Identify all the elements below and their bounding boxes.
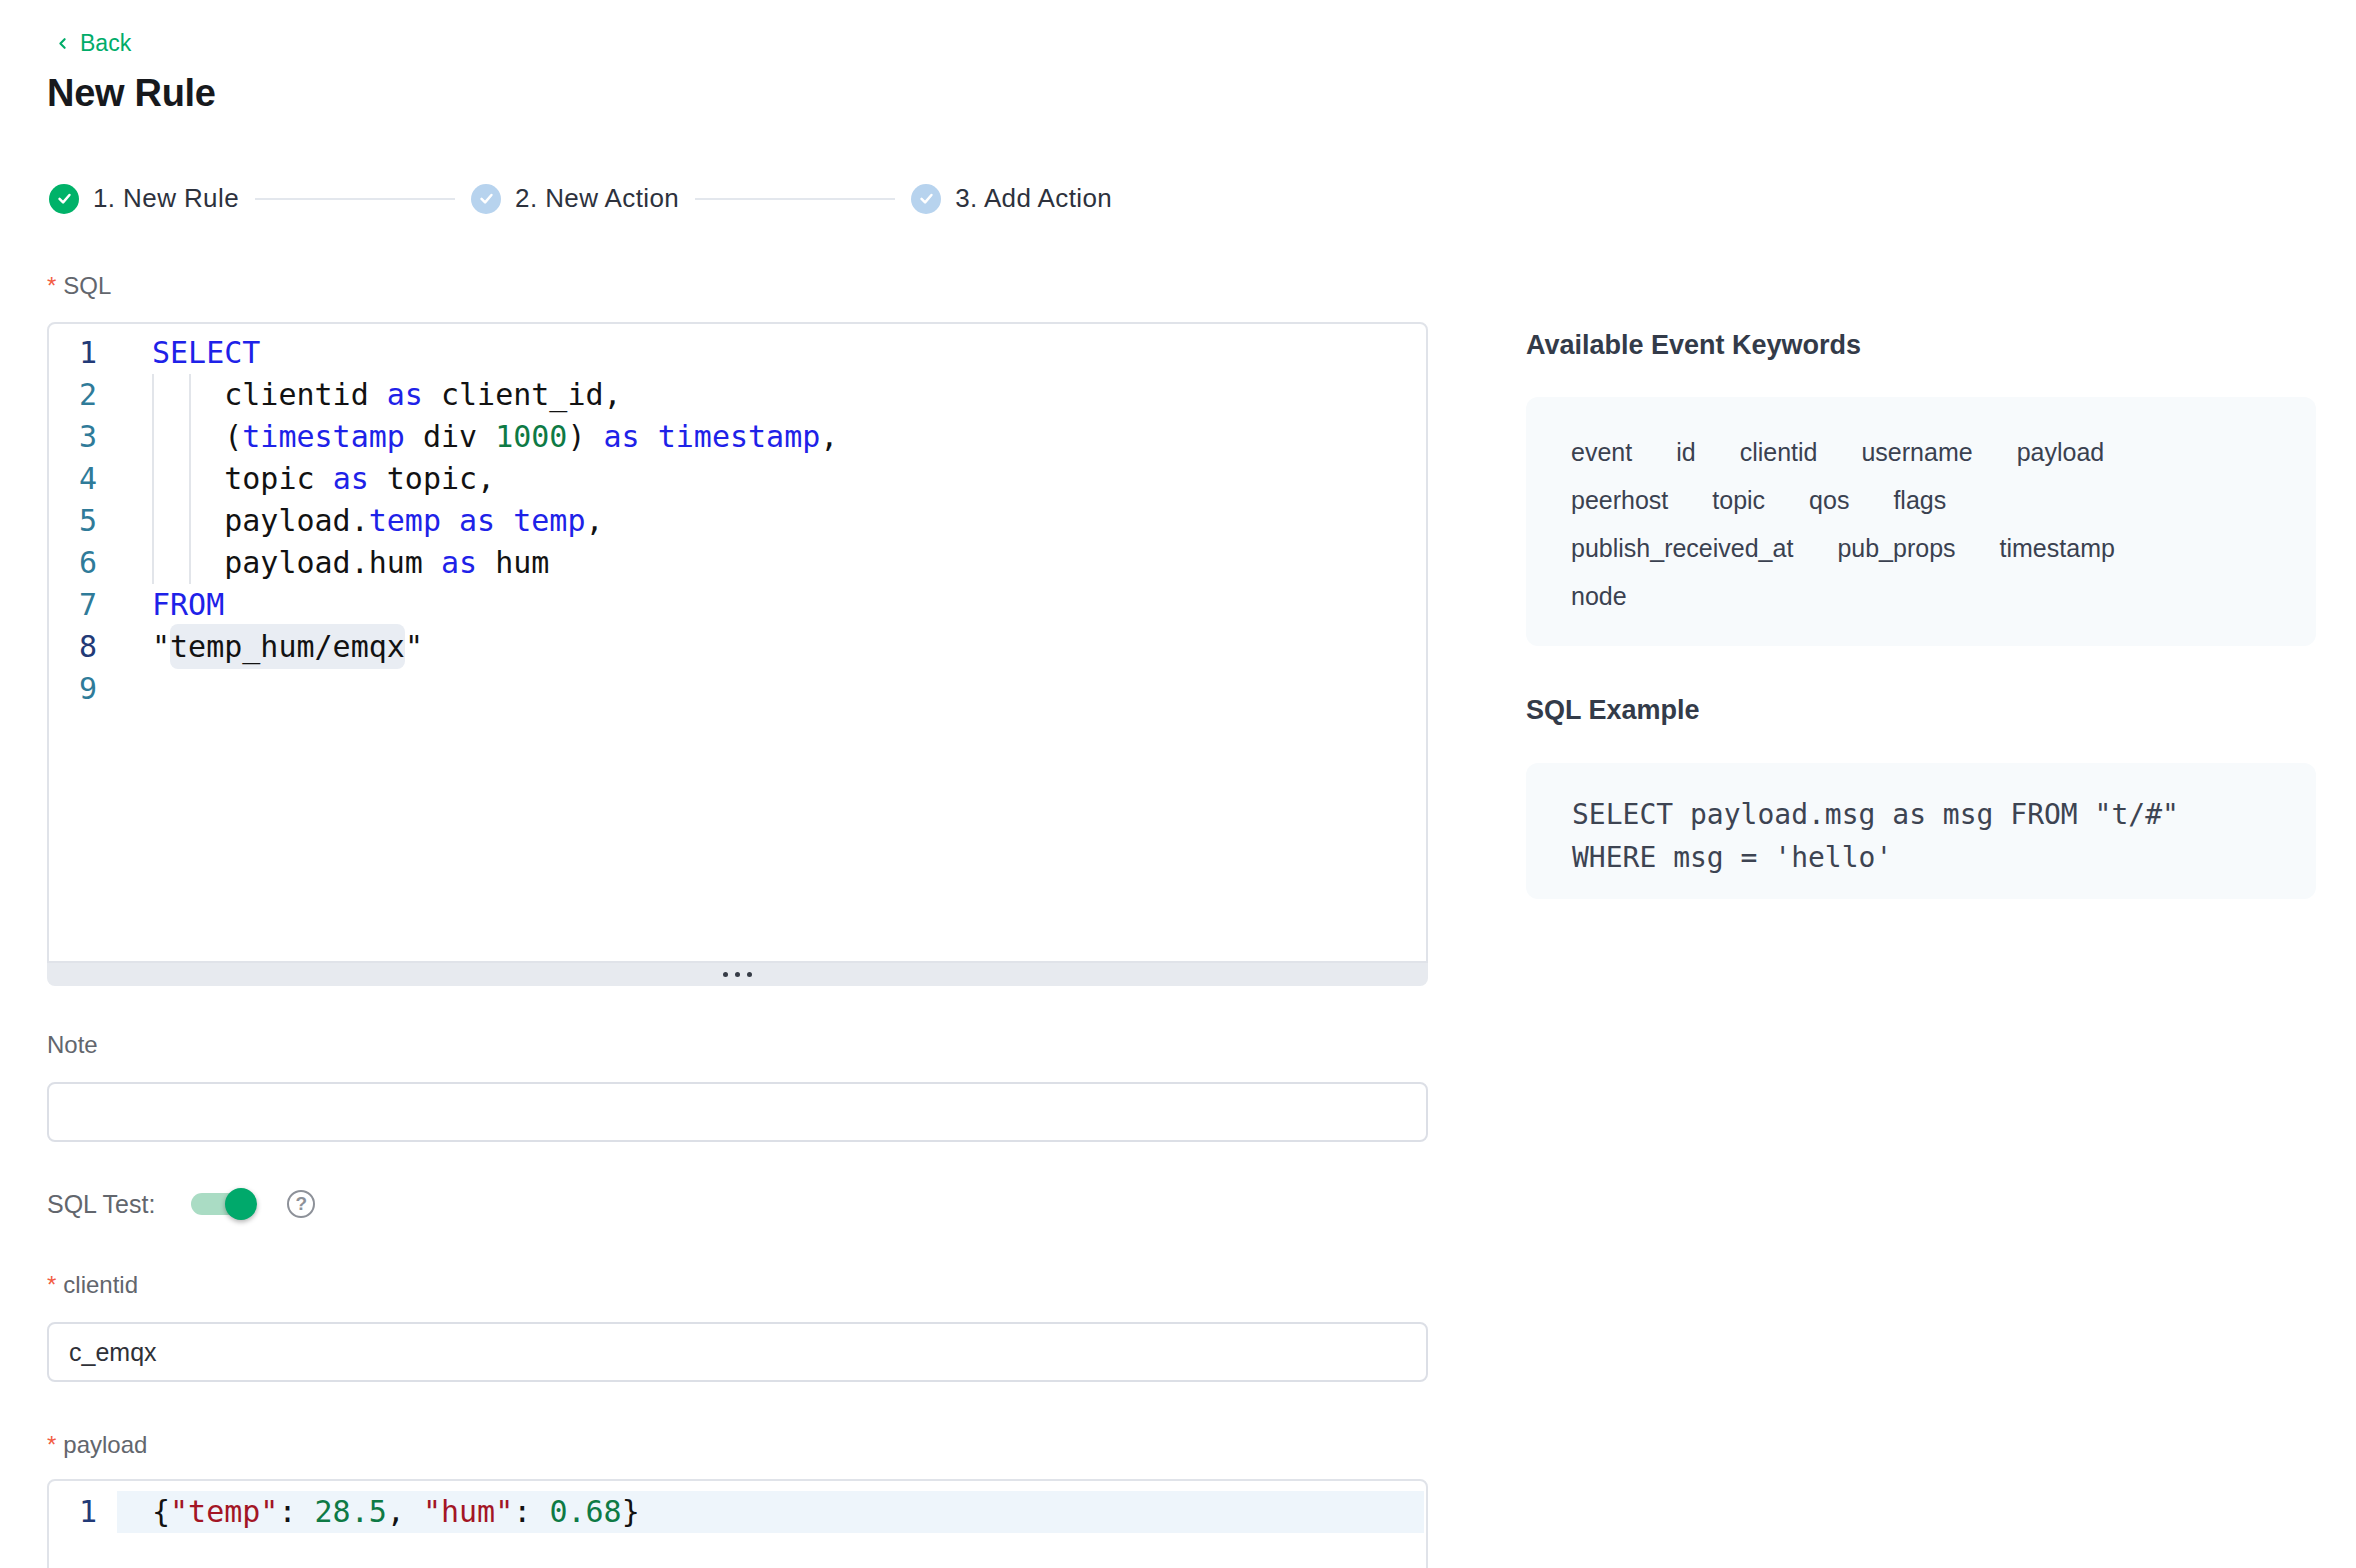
step-check-icon — [471, 184, 501, 214]
line-number: 5 — [49, 500, 117, 542]
payload-code-editor[interactable]: 1{"temp": 28.5, "hum": 0.68} — [47, 1479, 1428, 1568]
event-keyword-item[interactable]: pub_props — [1837, 533, 1955, 564]
event-keyword-item[interactable]: id — [1676, 437, 1695, 468]
clientid-field-label: * clientid — [47, 1271, 138, 1299]
keywords-panel: event id clientid username payload peerhost to… — [1526, 397, 2316, 646]
code-line[interactable]: 4 topic as topic, — [49, 458, 1426, 500]
step-label: 1. New Rule — [93, 183, 239, 214]
code-line[interactable]: 8"temp_hum/emqx" — [49, 626, 1426, 668]
chevron-left-icon — [54, 35, 71, 52]
code-line[interactable]: 1SELECT — [49, 332, 1426, 374]
code-text: payload.hum as hum — [117, 542, 549, 584]
sql-code-editor[interactable]: 1SELECT2 clientid as client_id,3 (timest… — [47, 322, 1428, 963]
event-keyword-item[interactable]: clientid — [1740, 437, 1818, 468]
keywords-list: event id clientid username payload peerhost to… — [1571, 437, 2171, 612]
back-link[interactable]: Back — [54, 30, 131, 57]
code-line[interactable]: 2 clientid as client_id, — [49, 374, 1426, 416]
line-number: 6 — [49, 542, 117, 584]
sql-test-label: SQL Test: — [47, 1190, 155, 1219]
clientid-input[interactable] — [47, 1322, 1428, 1382]
sql-example-panel: SELECT payload.msg as msg FROM "t/#"WHER… — [1526, 763, 2316, 899]
step-check-icon — [911, 184, 941, 214]
line-number: 1 — [49, 1491, 117, 1533]
code-text — [117, 668, 152, 710]
required-asterisk: * — [47, 272, 56, 300]
step-label: 2. New Action — [515, 183, 679, 214]
code-line[interactable]: 6 payload.hum as hum — [49, 542, 1426, 584]
step-item[interactable]: 3. Add Action — [911, 183, 1112, 214]
event-keyword-item[interactable]: payload — [2017, 437, 2105, 468]
step-item[interactable]: 2. New Action — [471, 183, 679, 214]
step-label: 3. Add Action — [955, 183, 1112, 214]
code-text: "temp_hum/emqx" — [117, 626, 423, 668]
code-text: payload.temp as temp, — [117, 500, 604, 542]
event-keyword-item[interactable]: event — [1571, 437, 1632, 468]
note-field-label: Note — [47, 1031, 98, 1059]
sql-test-row: SQL Test: ? — [47, 1188, 315, 1220]
event-keyword-item[interactable]: flags — [1893, 485, 1946, 516]
code-line[interactable]: 5 payload.temp as temp, — [49, 500, 1426, 542]
code-text: (timestamp div 1000) as timestamp, — [117, 416, 838, 458]
line-number: 2 — [49, 374, 117, 416]
event-keyword-item[interactable]: username — [1861, 437, 1972, 468]
payload-field-label: * payload — [47, 1431, 147, 1459]
help-icon[interactable]: ? — [287, 1190, 315, 1218]
event-keyword-item[interactable]: peerhost — [1571, 485, 1668, 516]
line-number: 7 — [49, 584, 117, 626]
step-connector — [255, 198, 455, 200]
toggle-knob — [225, 1188, 257, 1220]
editor-resize-handle[interactable] — [47, 963, 1428, 986]
step-item[interactable]: 1. New Rule — [49, 183, 239, 214]
required-asterisk: * — [47, 1431, 56, 1459]
event-keyword-item[interactable]: timestamp — [2000, 533, 2115, 564]
line-number: 8 — [49, 626, 117, 668]
page-title: New Rule — [47, 72, 216, 115]
code-text: FROM — [117, 584, 224, 626]
code-text: {"temp": 28.5, "hum": 0.68} — [117, 1491, 640, 1533]
line-number: 3 — [49, 416, 117, 458]
code-line[interactable]: 1{"temp": 28.5, "hum": 0.68} — [49, 1491, 1426, 1533]
code-text: topic as topic, — [117, 458, 495, 500]
sql-field-label: * SQL — [47, 272, 111, 300]
event-keyword-item[interactable]: qos — [1809, 485, 1849, 516]
event-keyword-item[interactable]: node — [1571, 581, 1627, 612]
code-text: SELECT — [117, 332, 260, 374]
sql-example-line: WHERE msg = 'hello' — [1572, 836, 2316, 879]
line-number: 4 — [49, 458, 117, 500]
resize-dots-icon — [723, 972, 728, 977]
step-check-icon — [49, 184, 79, 214]
line-number: 1 — [49, 332, 117, 374]
code-line[interactable]: 3 (timestamp div 1000) as timestamp, — [49, 416, 1426, 458]
sql-test-toggle[interactable] — [191, 1193, 256, 1215]
note-input[interactable] — [47, 1082, 1428, 1142]
step-connector — [695, 198, 895, 200]
sql-example-title: SQL Example — [1526, 695, 1700, 726]
event-keyword-item[interactable]: topic — [1712, 485, 1765, 516]
sql-example-line: SELECT payload.msg as msg FROM "t/#" — [1572, 793, 2316, 836]
required-asterisk: * — [47, 1271, 56, 1299]
back-label: Back — [80, 30, 131, 57]
keywords-panel-title: Available Event Keywords — [1526, 330, 1861, 361]
code-line[interactable]: 7FROM — [49, 584, 1426, 626]
code-text: clientid as client_id, — [117, 374, 622, 416]
event-keyword-item[interactable]: publish_received_at — [1571, 533, 1793, 564]
line-number: 9 — [49, 668, 117, 710]
code-line[interactable]: 9 — [49, 668, 1426, 710]
steps-bar: 1. New Rule 2. New Action 3. Add Action — [49, 183, 1112, 214]
